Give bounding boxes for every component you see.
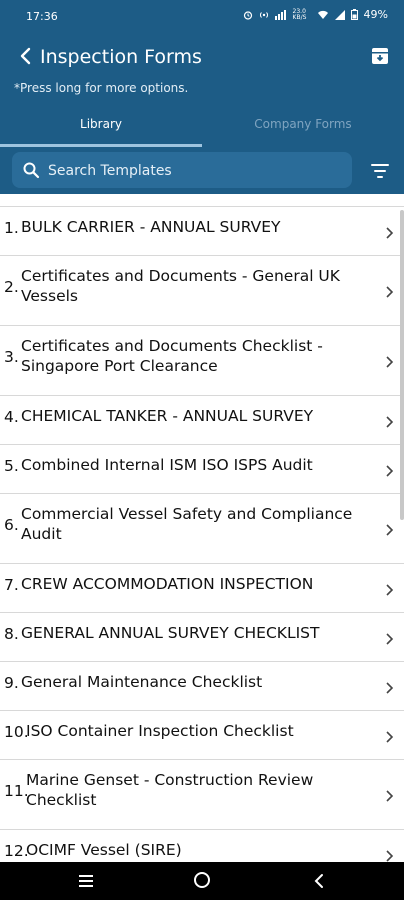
forms-list: 1. BULK CARRIER - ANNUAL SURVEY 2. Certific… xyxy=(0,206,404,862)
app-header: Inspection Forms *Press long for more op… xyxy=(0,32,404,194)
chevron-right-icon xyxy=(386,356,394,368)
form-title: Commercial Vessel Safety and Compliance … xyxy=(21,505,353,543)
form-number: 3. xyxy=(4,348,19,366)
form-row[interactable]: 11. Marine Genset - Construction Review C… xyxy=(0,759,404,830)
chevron-right-icon xyxy=(386,790,394,802)
status-icons: 23.0 KB/S 49% xyxy=(243,8,388,21)
recent-apps-icon[interactable] xyxy=(78,874,94,888)
form-title: General Maintenance Checklist xyxy=(21,673,263,691)
form-row[interactable]: 8. GENERAL ANNUAL SURVEY CHECKLIST xyxy=(0,612,404,662)
wifi-icon xyxy=(317,10,328,19)
chevron-right-icon xyxy=(386,465,394,477)
form-number: 7. xyxy=(4,576,19,594)
hint-text: *Press long for more options. xyxy=(14,81,189,95)
signal-bars-icon xyxy=(274,9,286,20)
form-number: 1. xyxy=(4,219,19,237)
home-button[interactable] xyxy=(194,872,210,888)
form-title: CHEMICAL TANKER - ANNUAL SURVEY xyxy=(21,407,314,425)
chevron-right-icon xyxy=(386,682,394,694)
scrollbar[interactable] xyxy=(400,210,404,520)
tab-library[interactable]: Library xyxy=(0,112,202,148)
form-title: BULK CARRIER - ANNUAL SURVEY xyxy=(21,218,281,236)
form-row[interactable]: 3. Certificates and Documents Checklist -… xyxy=(0,325,404,396)
back-arrow-icon[interactable] xyxy=(14,44,38,68)
form-row[interactable]: 10. ISO Container Inspection Checklist xyxy=(0,710,404,760)
form-title: ISO Container Inspection Checklist xyxy=(26,722,294,740)
form-row[interactable]: 9. General Maintenance Checklist xyxy=(0,661,404,711)
system-nav-bar xyxy=(0,862,404,900)
form-title: GENERAL ANNUAL SURVEY CHECKLIST xyxy=(21,624,320,642)
form-number: 4. xyxy=(4,408,19,426)
form-row[interactable]: 6. Commercial Vessel Safety and Complianc… xyxy=(0,493,404,564)
status-time: 17:36 xyxy=(26,10,58,23)
filter-icon[interactable] xyxy=(370,162,390,180)
search-icon xyxy=(23,162,40,179)
tab-company-forms[interactable]: Company Forms xyxy=(202,112,404,148)
archive-icon[interactable] xyxy=(370,46,390,66)
form-number: 6. xyxy=(4,516,19,534)
form-title: CREW ACCOMMODATION INSPECTION xyxy=(21,575,314,593)
chevron-right-icon xyxy=(386,731,394,743)
form-number: 2. xyxy=(4,278,19,296)
form-number: 10. xyxy=(4,723,29,741)
form-number: 12. xyxy=(4,842,29,860)
form-title: Certificates and Documents Checklist -Si… xyxy=(21,337,323,375)
hotspot-icon xyxy=(259,11,268,18)
form-title: OCIMF Vessel (SIRE) xyxy=(26,841,182,859)
form-number: 9. xyxy=(4,674,19,692)
chevron-right-icon xyxy=(386,416,394,428)
chevron-right-icon xyxy=(386,286,394,298)
network-speed: 23.0 KB/S xyxy=(292,7,307,21)
chevron-right-icon xyxy=(386,850,394,862)
battery-level: 49% xyxy=(363,8,388,21)
form-row[interactable]: 4. CHEMICAL TANKER - ANNUAL SURVEY xyxy=(0,395,404,445)
tab-bar: Library Company Forms xyxy=(0,112,404,148)
chevron-right-icon xyxy=(386,633,394,645)
chevron-right-icon xyxy=(386,584,394,596)
system-back-icon[interactable] xyxy=(314,873,324,889)
form-number: 8. xyxy=(4,625,19,643)
search-input[interactable] xyxy=(46,152,340,190)
alarm-icon xyxy=(243,10,252,20)
status-bar: 17:36 23.0 KB/S 49% xyxy=(0,0,404,32)
cell-signal-icon xyxy=(334,9,345,20)
form-row[interactable]: 1. BULK CARRIER - ANNUAL SURVEY xyxy=(0,206,404,256)
form-row[interactable]: 7. CREW ACCOMMODATION INSPECTION xyxy=(0,563,404,613)
form-title: Certificates and Documents - General UK … xyxy=(21,267,340,305)
chevron-right-icon xyxy=(386,524,394,536)
form-title: Marine Genset - Construction Review Chec… xyxy=(26,771,314,809)
chevron-right-icon xyxy=(386,227,394,239)
form-row[interactable]: 5. Combined Internal ISM ISO ISPS Audit xyxy=(0,444,404,494)
form-number: 5. xyxy=(4,457,19,475)
battery-icon xyxy=(350,9,358,20)
page-title: Inspection Forms xyxy=(40,46,202,68)
form-row[interactable]: 12. OCIMF Vessel (SIRE) xyxy=(0,829,404,862)
active-tab-indicator xyxy=(0,144,202,147)
form-row[interactable]: 2. Certificates and Documents - General U… xyxy=(0,255,404,326)
form-number: 11. xyxy=(4,782,29,800)
search-bar[interactable] xyxy=(12,152,352,190)
form-title: Combined Internal ISM ISO ISPS Audit xyxy=(21,456,313,474)
